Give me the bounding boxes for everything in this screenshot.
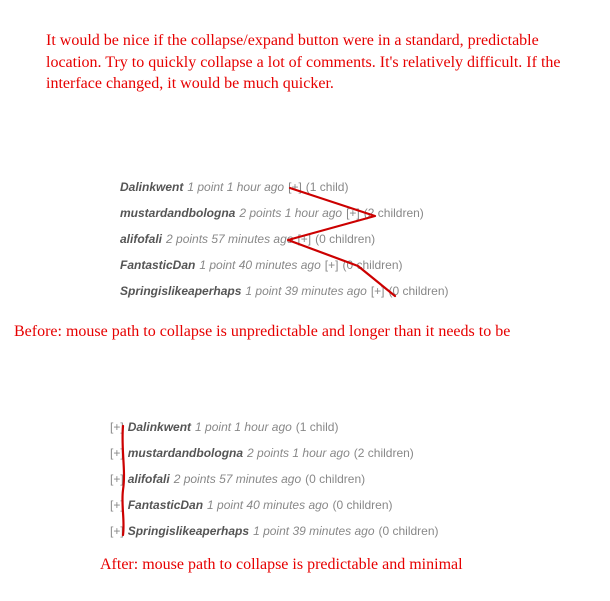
collapse-toggle[interactable]: [+] bbox=[110, 472, 124, 486]
comment-row: FantasticDan 1 point 40 minutes ago [+] … bbox=[120, 258, 449, 284]
comment-username[interactable]: FantasticDan bbox=[128, 498, 203, 512]
collapse-toggle[interactable]: [+] bbox=[371, 284, 385, 298]
before-caption: Before: mouse path to collapse is unpred… bbox=[14, 322, 604, 343]
collapse-toggle[interactable]: [+] bbox=[110, 524, 124, 538]
collapse-toggle[interactable]: [+] bbox=[110, 498, 124, 512]
before-block: Dalinkwent 1 point 1 hour ago [+] (1 chi… bbox=[120, 180, 449, 310]
comment-meta: 2 points 1 hour ago bbox=[239, 206, 342, 220]
comment-meta: 1 point 39 minutes ago bbox=[245, 284, 366, 298]
comment-row: mustardandbologna 2 points 1 hour ago [+… bbox=[120, 206, 449, 232]
comment-username[interactable]: Dalinkwent bbox=[128, 420, 191, 434]
comment-meta: 1 point 39 minutes ago bbox=[253, 524, 374, 538]
comment-meta: 1 point 1 hour ago bbox=[195, 420, 292, 434]
comment-row: [+] mustardandbologna 2 points 1 hour ag… bbox=[110, 446, 439, 472]
comment-meta: 2 points 57 minutes ago bbox=[174, 472, 301, 486]
comment-row: [+] FantasticDan 1 point 40 minutes ago … bbox=[110, 498, 439, 524]
comment-row: [+] alifofali 2 points 57 minutes ago (0… bbox=[110, 472, 439, 498]
comment-children-count: (0 children) bbox=[379, 524, 439, 538]
comment-meta: 1 point 1 hour ago bbox=[187, 180, 284, 194]
comment-row: Dalinkwent 1 point 1 hour ago [+] (1 chi… bbox=[120, 180, 449, 206]
collapse-toggle[interactable]: [+] bbox=[346, 206, 360, 220]
comment-username[interactable]: Springislikeaperhaps bbox=[128, 524, 249, 538]
comment-row: [+] Springislikeaperhaps 1 point 39 minu… bbox=[110, 524, 439, 550]
intro-annotation: It would be nice if the collapse/expand … bbox=[46, 30, 576, 95]
comment-row: alifofali 2 points 57 minutes ago [+] (0… bbox=[120, 232, 449, 258]
comment-username[interactable]: Springislikeaperhaps bbox=[120, 284, 241, 298]
collapse-toggle[interactable]: [+] bbox=[110, 446, 124, 460]
comment-children-count: (2 children) bbox=[364, 206, 424, 220]
comment-username[interactable]: mustardandbologna bbox=[128, 446, 243, 460]
collapse-toggle[interactable]: [+] bbox=[288, 180, 302, 194]
comment-children-count: (1 child) bbox=[296, 420, 339, 434]
comment-children-count: (0 children) bbox=[389, 284, 449, 298]
comment-meta: 1 point 40 minutes ago bbox=[199, 258, 320, 272]
comment-children-count: (0 children) bbox=[342, 258, 402, 272]
comment-meta: 2 points 1 hour ago bbox=[247, 446, 350, 460]
collapse-toggle[interactable]: [+] bbox=[325, 258, 339, 272]
comment-children-count: (0 children) bbox=[332, 498, 392, 512]
after-caption: After: mouse path to collapse is predict… bbox=[100, 555, 463, 576]
comment-username[interactable]: FantasticDan bbox=[120, 258, 195, 272]
comment-username[interactable]: mustardandbologna bbox=[120, 206, 235, 220]
comment-children-count: (2 children) bbox=[354, 446, 414, 460]
comment-meta: 1 point 40 minutes ago bbox=[207, 498, 328, 512]
comment-row: Springislikeaperhaps 1 point 39 minutes … bbox=[120, 284, 449, 310]
comment-username[interactable]: alifofali bbox=[120, 232, 162, 246]
comment-children-count: (0 children) bbox=[305, 472, 365, 486]
collapse-toggle[interactable]: [+] bbox=[297, 232, 311, 246]
collapse-toggle[interactable]: [+] bbox=[110, 420, 124, 434]
comment-children-count: (1 child) bbox=[306, 180, 349, 194]
comment-username[interactable]: alifofali bbox=[128, 472, 170, 486]
comment-row: [+] Dalinkwent 1 point 1 hour ago (1 chi… bbox=[110, 420, 439, 446]
comment-meta: 2 points 57 minutes ago bbox=[166, 232, 293, 246]
comment-username[interactable]: Dalinkwent bbox=[120, 180, 183, 194]
comment-children-count: (0 children) bbox=[315, 232, 375, 246]
after-block: [+] Dalinkwent 1 point 1 hour ago (1 chi… bbox=[110, 420, 439, 550]
